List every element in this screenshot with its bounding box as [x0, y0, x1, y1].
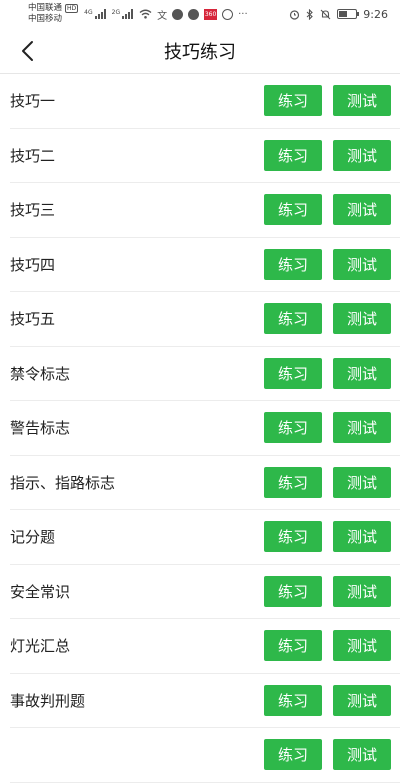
item-label: 技巧二	[10, 146, 56, 165]
item-actions: 练习 测试	[264, 630, 391, 662]
item-label: 技巧五	[10, 310, 56, 329]
signal-icon-2: 2G	[111, 9, 134, 19]
practice-button[interactable]: 练习	[264, 684, 322, 716]
carrier-2-label: 中国移动	[28, 14, 63, 24]
list-item: 技巧二 练习 测试	[10, 129, 400, 183]
practice-button[interactable]: 练习	[264, 248, 322, 280]
test-button[interactable]: 测试	[333, 303, 391, 335]
practice-button[interactable]: 练习	[264, 85, 322, 117]
wifi-icon	[139, 9, 152, 19]
back-button[interactable]	[12, 36, 42, 66]
test-button[interactable]: 测试	[333, 357, 391, 389]
practice-button[interactable]: 练习	[264, 575, 322, 607]
item-actions: 练习 测试	[264, 684, 391, 716]
translate-icon: 文	[157, 10, 168, 22]
battery-icon	[337, 9, 360, 19]
carrier-1-label: 中国联通	[28, 3, 63, 13]
network-type-2: 2G	[111, 9, 121, 16]
status-bar: 中国联通 HD 中国移动 4G 2G 文 360 ··· 9:26	[0, 0, 400, 28]
list-item: 灯光汇总 练习 测试	[10, 619, 400, 674]
item-label: 技巧三	[10, 201, 56, 220]
item-actions: 练习 测试	[264, 575, 391, 607]
carrier-row-1: 中国联通 HD	[28, 3, 79, 14]
network-type-1: 4G	[84, 9, 93, 16]
test-button[interactable]: 测试	[333, 575, 391, 607]
test-button[interactable]: 测试	[333, 684, 391, 716]
test-button[interactable]: 测试	[333, 139, 391, 171]
chevron-left-icon	[22, 41, 33, 61]
list-item: 技巧四 练习 测试	[10, 238, 400, 292]
item-label: 记分题	[10, 528, 56, 547]
notification-icons: 文 360 ···	[139, 7, 248, 22]
item-label: 安全常识	[10, 582, 71, 601]
item-actions: 练习 测试	[264, 303, 391, 335]
practice-button[interactable]: 练习	[264, 739, 322, 771]
item-actions: 练习 测试	[264, 85, 391, 117]
mute-icon	[320, 9, 331, 19]
item-actions: 练习 测试	[264, 139, 391, 171]
practice-button[interactable]: 练习	[264, 194, 322, 226]
hd-badge: HD	[65, 4, 79, 13]
message-icon	[188, 8, 200, 20]
item-label: 指示、指路标志	[10, 473, 116, 492]
bluetooth-icon	[306, 8, 314, 20]
list-item: 技巧三 练习 测试	[10, 183, 400, 238]
status-left: 中国联通 HD 中国移动 4G 2G 文 360 ···	[28, 3, 248, 25]
more-icon: ···	[238, 8, 248, 20]
list-item: 警告标志 练习 测试	[10, 401, 400, 456]
practice-button[interactable]: 练习	[264, 466, 322, 498]
list-item: 安全常识 练习 测试	[10, 565, 400, 619]
list-item: 练习 测试	[10, 728, 400, 783]
test-button[interactable]: 测试	[333, 85, 391, 117]
news-icon: 360	[204, 8, 218, 20]
test-button[interactable]: 测试	[333, 521, 391, 553]
practice-button[interactable]: 练习	[264, 139, 322, 171]
list-item: 禁令标志 练习 测试	[10, 347, 400, 401]
item-actions: 练习 测试	[264, 357, 391, 389]
list-item: 技巧一 练习 测试	[10, 74, 400, 129]
item-label: 警告标志	[10, 419, 71, 438]
item-actions: 练习 测试	[264, 194, 391, 226]
nav-bar: 技巧练习	[0, 28, 400, 74]
practice-button[interactable]: 练习	[264, 630, 322, 662]
item-label: 禁令标志	[10, 364, 71, 383]
list-item: 记分题 练习 测试	[10, 510, 400, 565]
test-button[interactable]: 测试	[333, 739, 391, 771]
test-button[interactable]: 测试	[333, 466, 391, 498]
signal-icon: 4G	[84, 9, 106, 19]
item-actions: 练习 测试	[264, 739, 391, 771]
item-label: 技巧四	[10, 255, 56, 274]
app-icon	[172, 8, 184, 20]
practice-button[interactable]: 练习	[264, 303, 322, 335]
battery-level	[339, 11, 348, 17]
item-actions: 练习 测试	[264, 412, 391, 444]
list-item: 技巧五 练习 测试	[10, 292, 400, 347]
status-right: 9:26	[289, 8, 388, 21]
item-label: 事故判刑题	[10, 691, 86, 710]
clock: 9:26	[363, 7, 388, 21]
item-label: 灯光汇总	[10, 637, 71, 656]
list-item: 指示、指路标志 练习 测试	[10, 456, 400, 510]
practice-button[interactable]: 练习	[264, 357, 322, 389]
technique-list: 技巧一 练习 测试 技巧二 练习 测试 技巧三 练习 测试 技巧四 练习 测试 …	[0, 74, 400, 783]
test-button[interactable]: 测试	[333, 412, 391, 444]
item-label: 技巧一	[10, 92, 56, 111]
test-button[interactable]: 测试	[333, 248, 391, 280]
practice-button[interactable]: 练习	[264, 412, 322, 444]
item-actions: 练习 测试	[264, 248, 391, 280]
carrier-info: 中国联通 HD 中国移动	[28, 3, 79, 25]
item-actions: 练习 测试	[264, 466, 391, 498]
sync-icon	[222, 8, 234, 20]
alarm-icon	[290, 9, 300, 20]
list-item: 事故判刑题 练习 测试	[10, 674, 400, 728]
practice-button[interactable]: 练习	[264, 521, 322, 553]
page-title: 技巧练习	[164, 41, 236, 63]
test-button[interactable]: 测试	[333, 630, 391, 662]
item-actions: 练习 测试	[264, 521, 391, 553]
test-button[interactable]: 测试	[333, 194, 391, 226]
